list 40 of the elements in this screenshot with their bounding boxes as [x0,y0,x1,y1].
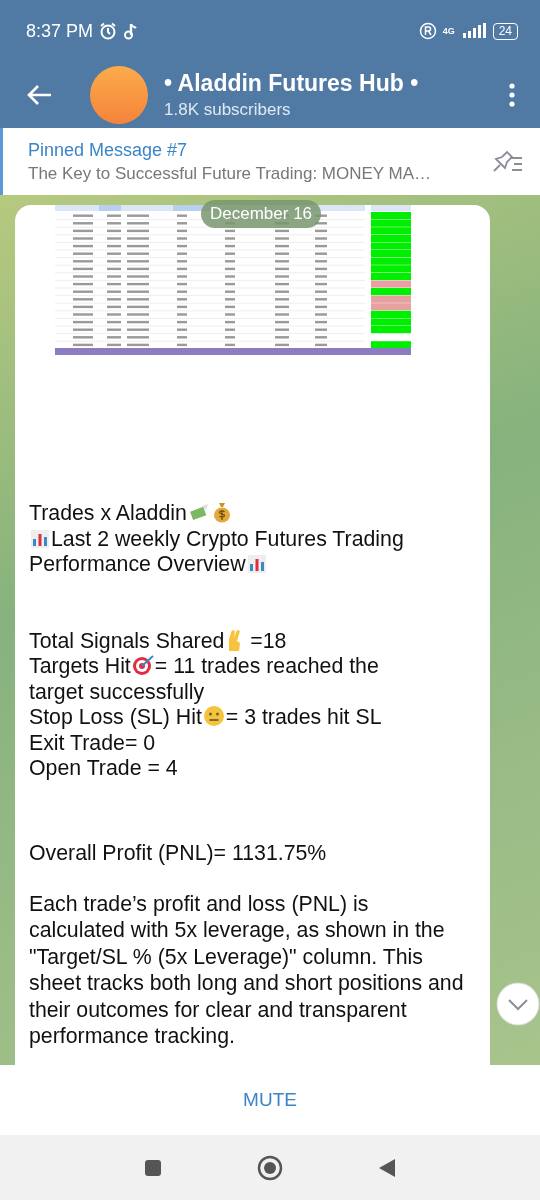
date-chip: December 16 [201,200,322,228]
scroll-down-button[interactable] [496,982,540,1026]
mute-button[interactable]: MUTE [237,1088,303,1112]
message-text: Trades x Aladdin [29,501,187,525]
message-text: Stop Loss (SL) Hit [29,705,202,729]
message-text: Exit Trade= 0 [29,730,156,755]
money-wings-icon [187,503,210,523]
back-arrow-icon[interactable] [26,84,52,106]
message-text: Overall Profit (PNL)= 1131.75% [29,840,327,865]
home-icon[interactable] [257,1154,283,1181]
pinned-preview: The Key to Successful Future Trading: MONEY MA… [28,163,433,184]
message-text: Each trade’s profit and loss (PNL) is calculated with 5x leverage, as shown in the "Target/SL % (5x Leverage)" column. This sheet tracks both long and short positions and their outcomes for clear and transparent performance tracking. [29,891,465,1050]
message-text: target successfully [29,679,205,704]
channel-title: • Aladdin Futures Hub • [164,70,420,97]
bar-chart-icon [30,528,50,549]
money-bag-icon [211,501,232,523]
spreadsheet-image-placeholder[interactable] [55,205,411,355]
bar-chart-icon [246,554,267,574]
message-text: Open Trade = 4 [29,756,178,780]
dart-target-icon [131,654,154,676]
message-text: Targets Hit [29,654,131,678]
recent-apps-icon[interactable] [144,1158,162,1177]
back-icon[interactable] [378,1157,396,1178]
message-text: Total Signals Shared [29,628,225,653]
subscriber-count: 1.8K subscribers [164,100,292,120]
more-options-icon[interactable] [508,83,516,107]
registered-icon [418,22,437,40]
channel-avatar[interactable] [90,66,148,124]
status-time: 8:37 PM [26,20,94,42]
message-text: = 3 trades hit SL [225,705,382,729]
signal-icon [460,23,487,39]
message-text: = 11 trades reached the [154,654,379,678]
neutral-face-icon [202,705,225,727]
pinned-title: Pinned Message #7 [28,139,189,161]
message-text: Last 2 weekly Crypto Futures Trading [51,526,404,551]
alarm-clock-icon [99,22,118,40]
network-type: 4G [442,26,455,36]
message-text: =18 [249,628,287,653]
battery-level: 24 [492,22,518,40]
message-text: Performance Overview [29,552,246,576]
